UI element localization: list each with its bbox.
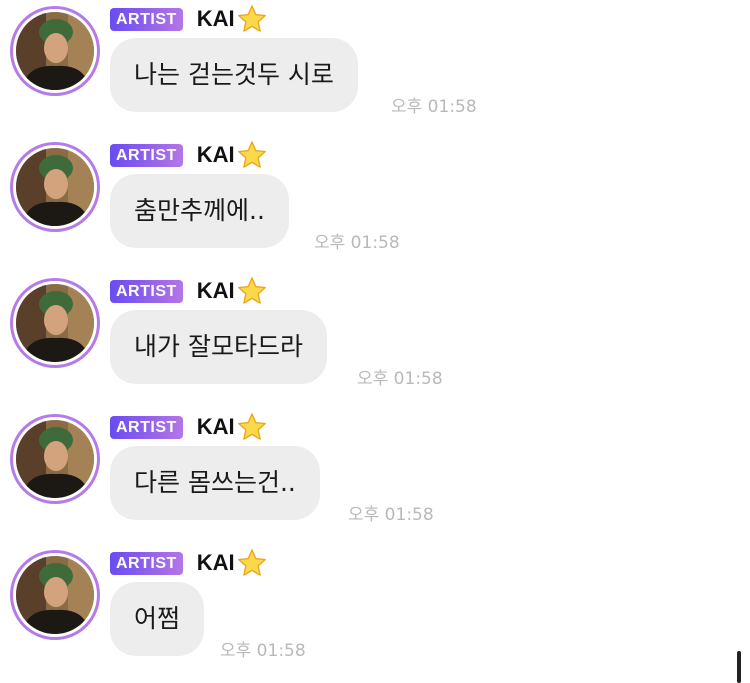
sender-name[interactable]: KAI	[197, 414, 235, 440]
sender-name[interactable]: KAI	[197, 278, 235, 304]
sender-row: ARTIST KAI	[110, 141, 267, 169]
avatar[interactable]	[10, 550, 100, 640]
avatar[interactable]	[10, 142, 100, 232]
message-timestamp: 오후 01:58	[348, 505, 434, 525]
message-timestamp: 오후 01:58	[314, 233, 400, 253]
sender-row: ARTIST KAI	[110, 413, 267, 441]
artist-photo	[16, 556, 94, 634]
sender-row: ARTIST KAI	[110, 277, 267, 305]
message-timestamp: 오후 01:58	[391, 97, 477, 117]
sender-name[interactable]: KAI	[197, 142, 235, 168]
chat-feed[interactable]: ARTIST KAI 나는 걷는것두 시로 오후 01:58 ARTIST KA…	[0, 0, 750, 683]
avatar[interactable]	[10, 414, 100, 504]
avatar[interactable]	[10, 6, 100, 96]
message-bubble[interactable]: 나는 걷는것두 시로	[110, 38, 358, 112]
avatar[interactable]	[10, 278, 100, 368]
star-icon	[237, 5, 266, 32]
artist-photo	[16, 420, 94, 498]
message-bubble[interactable]: 내가 잘모타드라	[110, 310, 327, 384]
artist-badge: ARTIST	[110, 143, 183, 167]
message-bubble[interactable]: 어쩜	[110, 582, 205, 656]
chat-message[interactable]: ARTIST KAI 춤만추께에.. 오후 01:58	[0, 136, 750, 266]
star-icon	[237, 549, 266, 576]
message-timestamp: 오후 01:58	[220, 641, 306, 661]
chat-message[interactable]: ARTIST KAI 다른 몸쓰는건.. 오후 01:58	[0, 408, 750, 538]
chat-message[interactable]: ARTIST KAI 내가 잘모타드라 오후 01:58	[0, 272, 750, 402]
message-bubble[interactable]: 다른 몸쓰는건..	[110, 446, 320, 520]
chat-message[interactable]: ARTIST KAI 어쩜 오후 01:58	[0, 544, 750, 674]
artist-photo	[16, 284, 94, 362]
scrollbar[interactable]	[737, 651, 741, 683]
sender-row: ARTIST KAI	[110, 5, 267, 33]
artist-photo	[16, 148, 94, 226]
artist-photo	[16, 12, 94, 90]
artist-badge: ARTIST	[110, 279, 183, 303]
artist-badge: ARTIST	[110, 415, 183, 439]
artist-badge: ARTIST	[110, 7, 183, 31]
artist-badge: ARTIST	[110, 551, 183, 575]
chat-message[interactable]: ARTIST KAI 나는 걷는것두 시로 오후 01:58	[0, 0, 750, 130]
message-timestamp: 오후 01:58	[357, 369, 443, 389]
message-bubble[interactable]: 춤만추께에..	[110, 174, 289, 248]
star-icon	[237, 413, 266, 440]
sender-name[interactable]: KAI	[197, 550, 235, 576]
sender-row: ARTIST KAI	[110, 549, 267, 577]
star-icon	[237, 277, 266, 304]
sender-name[interactable]: KAI	[197, 6, 235, 32]
star-icon	[237, 141, 266, 168]
